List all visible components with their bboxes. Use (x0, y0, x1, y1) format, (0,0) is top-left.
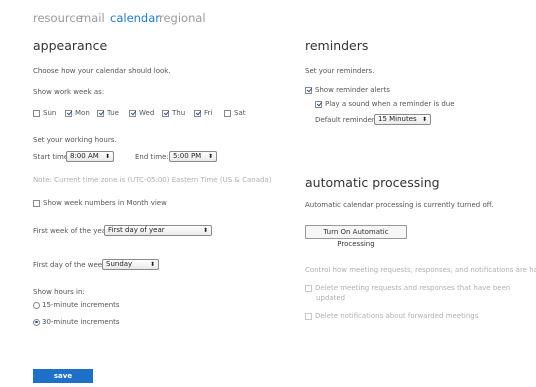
default-reminder-select[interactable]: 15 Minutes ⬍ (374, 114, 431, 125)
day-sat-checkbox[interactable]: Sat (224, 109, 245, 117)
day-tue-checkbox[interactable]: Tue (97, 109, 119, 117)
automatic-processing-heading: automatic processing (305, 175, 440, 190)
working-hours-label: Set your working hours. (33, 136, 117, 144)
checkbox-checked-icon (194, 109, 201, 117)
timezone-note: Note: Current time zone is (UTC-05:00) E… (33, 176, 272, 184)
checkbox-checked-icon (162, 109, 169, 117)
updown-arrow-icon: ⬍ (421, 116, 427, 123)
reminders-description: Set your reminders. (305, 67, 375, 75)
first-day-select[interactable]: Sunday ⬍ (102, 259, 159, 270)
radio-label: 15-minute increments (42, 301, 120, 309)
updown-arrow-icon: ⬍ (207, 153, 213, 160)
play-sound-checkbox[interactable]: Play a sound when a reminder is due (315, 100, 455, 108)
appearance-heading: appearance (33, 38, 108, 53)
save-button[interactable]: save (33, 369, 93, 383)
checkbox-icon (224, 109, 231, 117)
delete-requests-label-continued: updated (316, 294, 346, 302)
first-week-value: First day of year (108, 226, 165, 234)
first-week-label: First week of the year: (33, 227, 112, 235)
show-reminder-alerts-checkbox[interactable]: Show reminder alerts (305, 86, 390, 94)
day-label: Sat (234, 109, 246, 117)
radio-checked-icon (33, 318, 40, 326)
day-mon-checkbox[interactable]: Mon (65, 109, 90, 117)
hours-in-label: Show hours in: (33, 288, 85, 296)
play-sound-label: Play a sound when a reminder is due (325, 100, 455, 108)
updown-arrow-icon: ⬍ (202, 227, 208, 234)
day-sun-checkbox[interactable]: Sun (33, 109, 56, 117)
default-reminder-value: 15 Minutes (378, 115, 417, 123)
updown-arrow-icon: ⬍ (104, 153, 110, 160)
first-day-value: Sunday (106, 260, 133, 268)
checkbox-icon (305, 312, 312, 320)
start-time-select[interactable]: 8:00 AM ⬍ (66, 151, 114, 162)
show-reminder-alerts-label: Show reminder alerts (315, 86, 391, 94)
radio-label: 30-minute increments (42, 318, 120, 326)
updown-arrow-icon: ⬍ (149, 261, 155, 268)
end-time-select[interactable]: 5:00 PM ⬍ (169, 151, 217, 162)
end-time-value: 5:00 PM (173, 152, 202, 160)
checkbox-checked-icon (97, 109, 104, 117)
tab-calendar[interactable]: calendar (110, 11, 160, 25)
work-week-label: Show work week as: (33, 88, 105, 96)
checkbox-icon (33, 109, 40, 117)
processing-status-text: Automatic calendar processing is current… (305, 201, 494, 209)
checkbox-checked-icon (129, 109, 136, 117)
day-label: Tue (107, 109, 119, 117)
start-time-value: 8:00 AM (70, 152, 99, 160)
delete-notifications-checkbox[interactable]: Delete notifications about forwarded mee… (305, 312, 478, 320)
day-label: Thu (172, 109, 186, 117)
appearance-description: Choose how your calendar should look. (33, 67, 171, 75)
first-week-select[interactable]: First day of year ⬍ (104, 225, 212, 236)
checkbox-icon (33, 199, 40, 207)
radio-15-minute[interactable]: 15-minute increments (33, 301, 120, 309)
delete-requests-label: Delete meeting requests and responses th… (315, 284, 511, 292)
tab-mail[interactable]: mail (80, 11, 105, 25)
start-time-label: Start time: (33, 153, 71, 161)
tab-regional[interactable]: regional (159, 11, 206, 25)
day-label: Mon (75, 109, 90, 117)
checkbox-checked-icon (305, 86, 312, 94)
day-thu-checkbox[interactable]: Thu (162, 109, 185, 117)
delete-requests-checkbox[interactable]: Delete meeting requests and responses th… (305, 284, 510, 292)
turn-on-automatic-processing-button[interactable]: Turn On Automatic Processing (305, 225, 407, 248)
day-fri-checkbox[interactable]: Fri (194, 109, 212, 117)
day-wed-checkbox[interactable]: Wed (129, 109, 154, 117)
delete-notifications-label: Delete notifications about forwarded mee… (315, 312, 479, 320)
checkbox-icon (305, 284, 312, 292)
end-time-label: End time: (135, 153, 169, 161)
control-meeting-text: Control how meeting requests, responses,… (305, 266, 536, 274)
day-label: Fri (204, 109, 213, 117)
radio-icon (33, 301, 40, 309)
day-label: Sun (43, 109, 57, 117)
default-reminder-label: Default reminder: (315, 116, 377, 124)
tab-resource[interactable]: resource (33, 11, 83, 25)
checkbox-checked-icon (315, 100, 322, 108)
week-numbers-label: Show week numbers in Month view (43, 199, 167, 207)
radio-30-minute[interactable]: 30-minute increments (33, 318, 120, 326)
week-numbers-checkbox[interactable]: Show week numbers in Month view (33, 199, 167, 207)
first-day-label: First day of the week: (33, 261, 109, 269)
checkbox-checked-icon (65, 109, 72, 117)
day-label: Wed (139, 109, 155, 117)
reminders-heading: reminders (305, 38, 369, 53)
